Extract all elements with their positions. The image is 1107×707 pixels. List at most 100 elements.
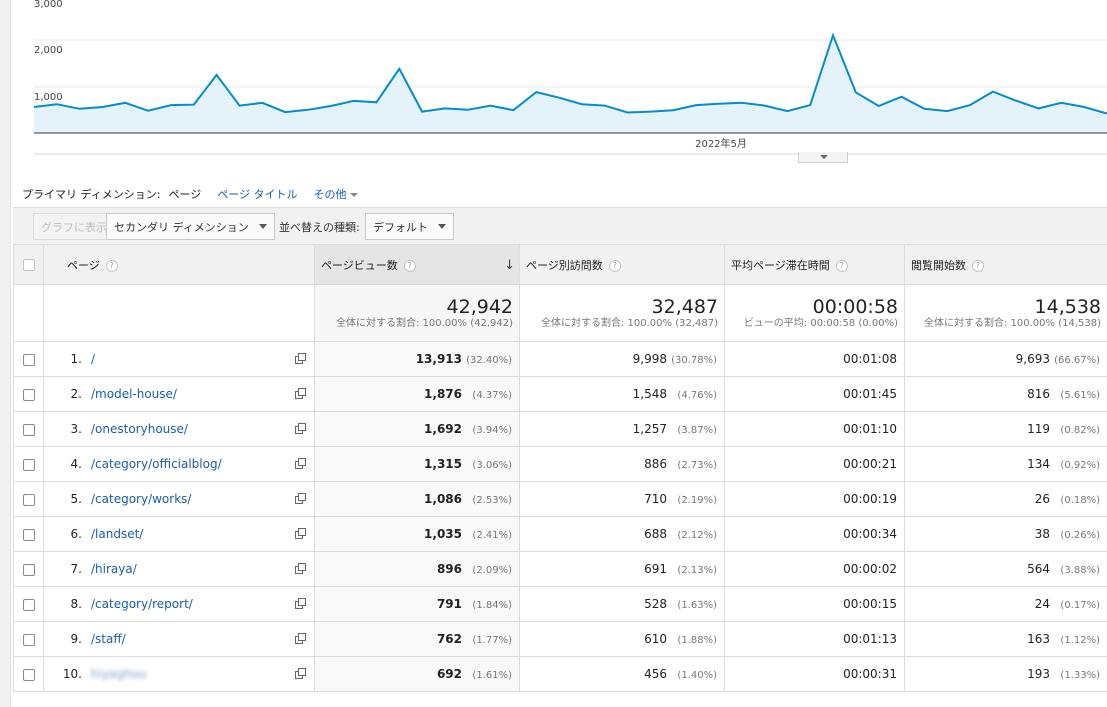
row-number: 4.: [70, 457, 82, 471]
series-area: [34, 35, 1107, 133]
sort-type-dropdown[interactable]: デフォルト: [365, 213, 454, 240]
page-cell: 5. /category/works/: [43, 481, 315, 517]
y-tick-2000: 2,000: [34, 45, 63, 56]
open-page-icon[interactable]: [295, 423, 306, 434]
table-controls-bar: グラフに表示 セカンダリ ディメンション 並べ替えの種類: デフォルト: [13, 207, 1107, 244]
row-checkbox[interactable]: [22, 598, 35, 611]
table-row: 4. /category/officialblog/1,315 (3.06%) 886…: [13, 446, 1107, 482]
secondary-dimension-dropdown[interactable]: セカンダリ ディメンション: [106, 213, 275, 240]
unique-pageviews-cell: 9,998 (30.78%): [519, 341, 725, 377]
column-header-page[interactable]: ページ?: [43, 244, 315, 285]
entrances-value: 26: [1034, 492, 1050, 506]
pageviews-chart: 3,000 2,000 1,000 2022年5月: [0, 0, 1107, 165]
page-cell: 9. /staff/: [43, 621, 315, 657]
page-path-link[interactable]: /category/officialblog/: [91, 457, 222, 471]
row-checkbox-cell: [13, 481, 44, 517]
open-page-icon[interactable]: [295, 598, 306, 609]
totals-pageviews: 42,942 全体に対する割合: 100.00% (42,942): [314, 284, 520, 342]
row-checkbox[interactable]: [22, 528, 35, 541]
pageviews-cell: 762 (1.77%): [314, 621, 520, 657]
chevron-down-icon: [820, 155, 828, 159]
open-page-icon[interactable]: [295, 633, 306, 644]
open-page-icon[interactable]: [295, 563, 306, 574]
unique-pageviews-value: 691: [644, 562, 667, 576]
table-row: 2. /model-house/1,876 (4.37%) 1,548 (4.76%) 0…: [13, 376, 1107, 412]
column-header-entrances[interactable]: 閲覧開始数?: [904, 244, 1107, 285]
dimension-page-title-link[interactable]: ページ タイトル: [217, 186, 297, 202]
row-checkbox[interactable]: [22, 458, 35, 471]
open-page-icon[interactable]: [295, 458, 306, 469]
series-line: [33, 32, 1107, 115]
help-icon[interactable]: ?: [972, 259, 984, 272]
table-row: 8. /category/report/791 (1.84%) 528 (1.63%) 0…: [13, 586, 1107, 622]
page-path-link[interactable]: /category/works/: [91, 492, 191, 506]
help-icon[interactable]: ?: [835, 259, 848, 272]
help-icon[interactable]: ?: [608, 259, 621, 272]
entrances-cell: 119 (0.82%): [904, 411, 1107, 447]
pageviews-value: 13,913: [415, 352, 462, 366]
page-path-link[interactable]: /landset/: [91, 527, 143, 541]
page-cell: 6. /landset/: [43, 516, 315, 552]
row-checkbox[interactable]: [22, 563, 35, 576]
unique-pageviews-percent: (2.13%): [677, 565, 717, 576]
row-checkbox[interactable]: [22, 668, 35, 681]
page-cell: 3. /onestoryhouse/: [43, 411, 315, 447]
row-checkbox-cell: [13, 551, 44, 587]
pageviews-value: 1,035: [424, 527, 462, 541]
open-page-icon[interactable]: [295, 353, 306, 364]
open-page-icon[interactable]: [295, 493, 306, 504]
chart-collapse-toggle[interactable]: [798, 152, 848, 163]
page-path-link[interactable]: /hiraya/: [91, 562, 137, 576]
unique-pageviews-value: 528: [644, 597, 667, 611]
select-all-checkbox[interactable]: [22, 259, 35, 271]
unique-pageviews-cell: 688 (2.12%): [519, 516, 725, 552]
avg-time-cell: 00:00:31: [724, 656, 905, 692]
plot-rows-button[interactable]: グラフに表示: [33, 213, 115, 240]
row-checkbox[interactable]: [22, 423, 35, 436]
help-icon[interactable]: ?: [403, 259, 416, 272]
entrances-percent: (0.26%): [1060, 530, 1100, 541]
page-path-link[interactable]: /model-house/: [91, 387, 177, 401]
secondary-dimension-label: セカンダリ ディメンション: [114, 220, 249, 234]
pageviews-value: 791: [436, 597, 462, 611]
unique-pageviews-cell: 528 (1.63%): [519, 586, 725, 622]
page-path-link[interactable]: /onestoryhouse/: [91, 422, 188, 436]
row-checkbox-cell: [13, 586, 44, 622]
totals-unique-pageviews-value: 32,487: [651, 296, 718, 318]
entrances-value: 9,693: [1015, 352, 1050, 366]
column-header-unique-pageviews[interactable]: ページ別訪問数?: [519, 244, 725, 285]
row-number: 9.: [70, 632, 82, 646]
column-header-pageviews[interactable]: ページビュー数? ↓: [314, 244, 520, 285]
avg-time-value: 00:00:21: [843, 457, 897, 471]
dimension-more-dropdown[interactable]: その他: [314, 186, 358, 202]
column-header-avg-time[interactable]: 平均ページ滞在時間?: [724, 244, 905, 285]
row-checkbox[interactable]: [22, 353, 35, 366]
chevron-down-icon: [258, 224, 267, 229]
page-path-link[interactable]: /staff/: [91, 632, 126, 646]
entrances-value: 38: [1034, 527, 1050, 541]
row-number: 10.: [62, 667, 82, 681]
entrances-cell: 24 (0.17%): [904, 586, 1107, 622]
row-number: 2.: [70, 387, 82, 401]
row-checkbox-cell: [13, 516, 44, 552]
row-checkbox[interactable]: [22, 388, 35, 401]
unique-pageviews-percent: (1.88%): [677, 635, 717, 646]
totals-unique-pageviews-share: 全体に対する割合: 100.00% (32,487): [540, 318, 718, 329]
row-checkbox[interactable]: [22, 493, 35, 506]
row-checkbox[interactable]: [22, 633, 35, 646]
open-page-icon[interactable]: [295, 528, 306, 539]
avg-time-cell: 00:01:13: [724, 621, 905, 657]
y-tick-1000: 1,000: [34, 92, 63, 103]
pageviews-percent: (2.53%): [472, 495, 512, 506]
primary-dimension-row: プライマリ ディメンション: ページ ページ タイトル その他: [22, 186, 358, 202]
column-header-avg-time-label: 平均ページ滞在時間: [731, 258, 830, 272]
page-path-link[interactable]: hiyaghou: [91, 667, 147, 681]
page-path-link[interactable]: /: [91, 352, 95, 366]
open-page-icon[interactable]: [295, 388, 306, 399]
page-path-link[interactable]: /category/report/: [91, 597, 193, 611]
help-icon[interactable]: ?: [105, 259, 118, 272]
entrances-cell: 9,693 (66.67%): [904, 341, 1107, 377]
open-page-icon[interactable]: [295, 668, 306, 679]
totals-avg-time-value: 00:00:58: [812, 296, 898, 318]
page-cell: 2. /model-house/: [43, 376, 315, 412]
